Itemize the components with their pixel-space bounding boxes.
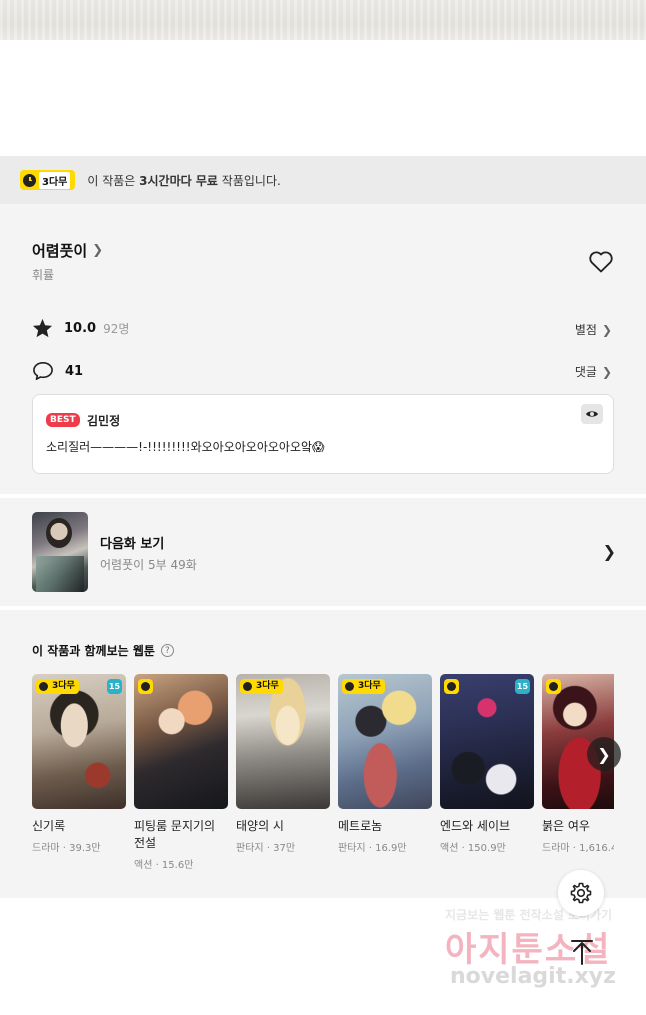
recommend-card[interactable]: 3다무 태양의 시 판타지 · 37만 [236,674,330,854]
recommend-cover: 3다무 15 [32,674,126,809]
heart-icon[interactable] [588,250,614,274]
free-notice-bar: 3다무 이 작품은 3시간마다 무료 작품입니다. [0,156,646,204]
eye-icon [586,411,598,417]
notice-suffix: 작품입니다. [221,173,281,188]
recommend-title: 태양의 시 [236,819,284,833]
chevron-right-icon: ❯ [92,243,104,258]
carousel-next-button[interactable]: ❯ [587,737,621,771]
notice-bold: 3시간마다 무료 [139,173,218,188]
next-episode-thumbnail [32,512,88,592]
rating-count: 92명 [103,321,130,336]
work-title: 어렴풋이 [32,242,88,260]
clock-icon [23,173,36,187]
rating-link[interactable]: 별점 ❯ [575,321,612,338]
clock-icon [138,679,153,694]
three-hour-free-badge: 3다무 [20,170,76,190]
work-info-section: 어렴풋이 ❯ 휘률 10.0 92명 별점 ❯ 41 댓글 ❯ BEST 김민정… [0,204,646,494]
spoiler-toggle-button[interactable] [581,404,603,424]
recommend-card[interactable]: 3다무 메트로놈 판타지 · 16.9만 [338,674,432,854]
recommendation-section: 이 작품과 함께보는 웹툰 ? 3다무 15 신기록 드라마 · 39.3만 피… [0,610,646,898]
speech-bubble-icon [33,362,53,380]
notice-prefix: 이 작품은 [87,173,136,188]
episode-image-bottom [0,0,646,40]
gear-icon [570,882,592,904]
recommend-title: 피팅룸 문지기의 전설 [134,819,216,850]
chevron-right-icon: ❯ [602,542,616,561]
comment-text: 소리질러————!-!!!!!!!!!와오아오아오아오아오앜😱 [46,440,325,454]
three-hour-free-tag [138,679,153,694]
recommend-meta: 드라마 · 39.3만 [32,843,101,854]
next-episode-sub: 어렴풋이 5부 49화 [100,558,197,572]
recommend-card[interactable]: 15 엔드와 세이브 액션 · 150.9만 [440,674,534,854]
recommend-meta: 드라마 · 1,616.4 [542,843,614,854]
work-author: 휘률 [32,268,55,282]
three-hour-free-tag [444,679,459,694]
scroll-to-top-icon[interactable] [568,938,596,968]
chevron-right-icon: ❯ [597,744,611,764]
recommend-title: 신기록 [32,819,66,833]
recommendation-title: 이 작품과 함께보는 웹툰 ? [32,642,174,659]
chevron-right-icon: ❯ [601,322,612,337]
recommend-card[interactable]: 3다무 15 신기록 드라마 · 39.3만 [32,674,126,854]
comment-link[interactable]: 댓글 ❯ [575,363,612,380]
three-hour-free-tag [546,679,561,694]
recommend-meta: 액션 · 15.6만 [134,860,194,871]
work-title-link[interactable]: 어렴풋이 ❯ [32,240,103,261]
comment-link-label: 댓글 [574,365,597,379]
settings-button[interactable] [558,870,604,916]
clock-icon [444,679,459,694]
next-episode-card[interactable]: 다음화 보기 어렴풋이 5부 49화 ❯ [0,498,646,606]
three-hour-free-tag: 3다무 [342,679,385,694]
age-rating-badge: 15 [515,679,530,694]
rating-row: 10.0 92명 [32,318,129,338]
best-comment-card[interactable]: BEST 김민정 소리질러————!-!!!!!!!!!와오아오아오아오아오앜😱 [32,394,614,474]
chevron-right-icon: ❯ [601,364,612,379]
clock-icon [36,679,51,694]
rating-score: 10.0 [64,320,97,336]
comment-row: 41 [32,361,83,381]
recommend-meta: 액션 · 150.9만 [440,843,506,854]
recommend-title: 메트로놈 [338,819,383,833]
three-hour-free-tag: 3다무 [240,679,283,694]
age-rating-badge: 15 [107,679,122,694]
best-badge: BEST [46,413,80,427]
recommend-cover: 3다무 [338,674,432,809]
recommendation-title-text: 이 작품과 함께보는 웹툰 [32,644,155,658]
recommend-card[interactable]: 피팅룸 문지기의 전설 액션 · 15.6만 [134,674,228,871]
comment-count: 41 [65,363,84,379]
recommend-cover [134,674,228,809]
three-hour-free-tag: 3다무 [36,679,79,694]
recommend-cover: 3다무 [236,674,330,809]
clock-icon [546,679,561,694]
star-icon [32,318,53,338]
rating-link-label: 별점 [574,323,597,337]
recommend-meta: 판타지 · 16.9만 [338,843,407,854]
recommend-cover: 15 [440,674,534,809]
help-icon[interactable]: ? [160,644,174,657]
recommend-title: 엔드와 세이브 [440,819,511,833]
commenter-name: 김민정 [87,414,121,428]
recommend-title: 붉은 여우 [542,819,590,833]
recommend-meta: 판타지 · 37만 [236,843,296,854]
next-episode-title: 다음화 보기 [100,537,165,552]
clock-icon [342,679,357,694]
clock-icon [240,679,255,694]
